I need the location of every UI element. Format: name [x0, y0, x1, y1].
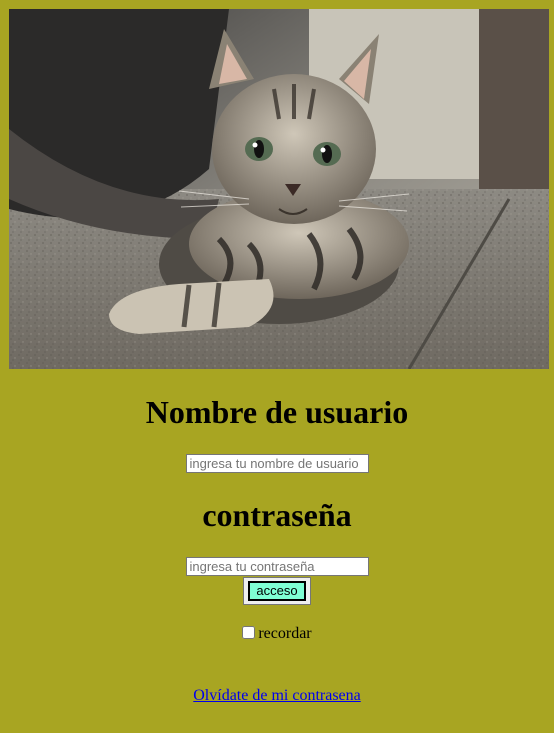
- remember-row: recordar: [0, 625, 554, 643]
- username-heading: Nombre de usuario: [145, 394, 409, 430]
- password-input[interactable]: [185, 557, 369, 576]
- remember-checkbox[interactable]: [242, 626, 256, 639]
- submit-button-frame: acceso: [243, 577, 311, 605]
- login-button[interactable]: acceso: [248, 581, 306, 601]
- login-form: Nombre de usuario contraseña acceso reco…: [0, 369, 554, 705]
- password-heading: contraseña: [202, 497, 352, 533]
- forgot-password-link[interactable]: Olvídate de mi contrasena: [193, 687, 361, 705]
- username-input[interactable]: [185, 454, 369, 473]
- remember-label: recordar: [258, 625, 312, 642]
- kitten-photo: [9, 9, 549, 369]
